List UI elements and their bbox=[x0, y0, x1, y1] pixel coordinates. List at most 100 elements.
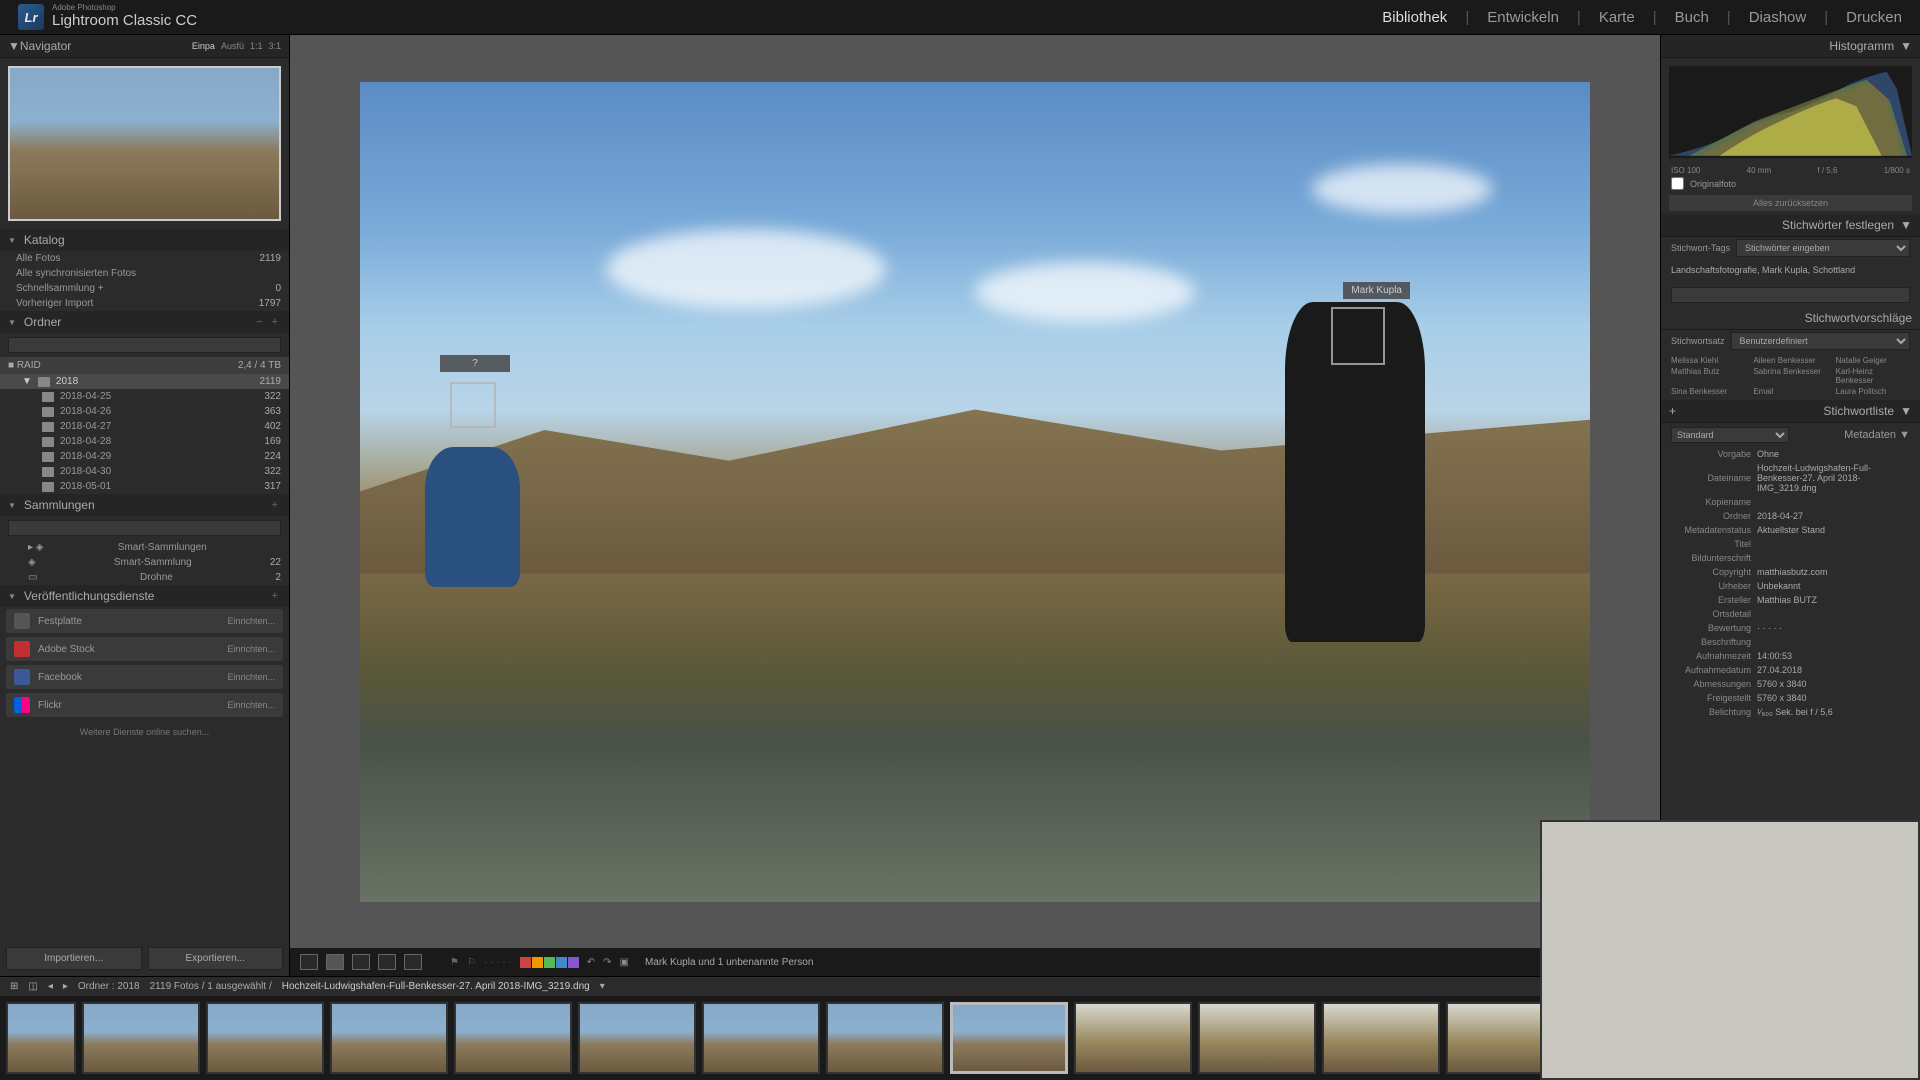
filmstrip-thumb-selected[interactable] bbox=[950, 1002, 1068, 1074]
suggestion[interactable]: Email bbox=[1753, 387, 1827, 396]
filmstrip-thumb[interactable] bbox=[82, 1002, 200, 1074]
filmstrip-thumb[interactable] bbox=[826, 1002, 944, 1074]
flag-pick-icon[interactable]: ⚑ bbox=[450, 957, 459, 968]
meta-standard[interactable]: Standard bbox=[1671, 427, 1789, 443]
prev-icon[interactable]: ◂ bbox=[48, 981, 53, 992]
publish-disk[interactable]: FestplatteEinrichten... bbox=[6, 609, 283, 633]
metadata-row[interactable]: Freigestellt5760 x 3840 bbox=[1661, 691, 1920, 705]
folder-item[interactable]: 2018-04-28169 bbox=[0, 434, 289, 449]
people-view-icon[interactable] bbox=[404, 954, 422, 970]
folder-item[interactable]: 2018-04-27402 bbox=[0, 419, 289, 434]
keyword-set-select[interactable]: Benutzerdefiniert bbox=[1731, 332, 1910, 350]
filmstrip-thumb[interactable] bbox=[1322, 1002, 1440, 1074]
nav-library[interactable]: Bibliothek bbox=[1382, 9, 1447, 26]
collections-header[interactable]: ▼Sammlungen + bbox=[0, 494, 289, 516]
histogram-display[interactable] bbox=[1669, 66, 1912, 158]
collection-item[interactable]: ▭ Drohne2 bbox=[0, 570, 289, 585]
color-green[interactable] bbox=[544, 957, 555, 968]
suggestion[interactable]: Melissa Kiehl bbox=[1671, 356, 1745, 365]
color-yellow[interactable] bbox=[532, 957, 543, 968]
metadata-row[interactable]: Belichtung¹⁄₈₀₀ Sek. bei f / 5,6 bbox=[1661, 705, 1920, 719]
keywords-title[interactable]: Stichwörter festlegen bbox=[1782, 218, 1894, 232]
nav-map[interactable]: Karte bbox=[1599, 9, 1635, 26]
publish-flickr[interactable]: FlickrEinrichten... bbox=[6, 693, 283, 717]
zoom-3-1[interactable]: 3:1 bbox=[268, 41, 281, 51]
histogram-title[interactable]: Histogramm bbox=[1829, 39, 1894, 53]
metadata-row[interactable]: Kopiename bbox=[1661, 495, 1920, 509]
nav-print[interactable]: Drucken bbox=[1846, 9, 1902, 26]
zoom-fill[interactable]: Ausfü bbox=[221, 41, 244, 51]
metadata-row[interactable]: Aufnahmedatum27.04.2018 bbox=[1661, 663, 1920, 677]
metadata-row[interactable]: MetadatenstatusAktuellster Stand bbox=[1661, 523, 1920, 537]
face-region-named[interactable] bbox=[1331, 307, 1385, 365]
metadata-title[interactable]: Metadaten bbox=[1844, 429, 1896, 441]
metadata-row[interactable]: Bildunterschrift bbox=[1661, 551, 1920, 565]
publish-header[interactable]: ▼Veröffentlichungsdienste + bbox=[0, 585, 289, 607]
nav-book[interactable]: Buch bbox=[1675, 9, 1709, 26]
suggestion[interactable]: Sina Benkesser bbox=[1671, 387, 1745, 396]
suggestion[interactable]: Aileen Benkesser bbox=[1753, 356, 1827, 365]
folder-year[interactable]: ▼20182119 bbox=[0, 374, 289, 389]
face-label-named[interactable]: Mark Kupla bbox=[1343, 282, 1410, 299]
metadata-row[interactable]: Copyrightmatthiasbutz.com bbox=[1661, 565, 1920, 579]
keywordlist-title[interactable]: Stichwortliste bbox=[1823, 404, 1894, 418]
metadata-row[interactable]: Aufnahmezeit14:00:53 bbox=[1661, 649, 1920, 663]
catalog-all-photos[interactable]: Alle Fotos2119 bbox=[0, 251, 289, 266]
navigator-title[interactable]: Navigator bbox=[20, 39, 71, 53]
folder-item[interactable]: 2018-04-30322 bbox=[0, 464, 289, 479]
view-split-icon[interactable]: ◫ bbox=[28, 981, 37, 992]
filmstrip-thumb[interactable] bbox=[206, 1002, 324, 1074]
catalog-quick[interactable]: Schnellsammlung +0 bbox=[0, 281, 289, 296]
nav-slideshow[interactable]: Diashow bbox=[1749, 9, 1807, 26]
suggestion[interactable]: Natalie Geiger bbox=[1836, 356, 1910, 365]
collection-item[interactable]: ▸ ◈ Smart-Sammlungen bbox=[0, 540, 289, 555]
metadata-row[interactable]: Titel bbox=[1661, 537, 1920, 551]
metadata-row[interactable]: ErstellerMatthias BUTZ bbox=[1661, 593, 1920, 607]
filmstrip-thumb[interactable] bbox=[1198, 1002, 1316, 1074]
suggestion[interactable]: Laura Politsch bbox=[1836, 387, 1910, 396]
folder-volume[interactable]: ■ RAID2,4 / 4 TB bbox=[0, 357, 289, 374]
face-tag-icon[interactable]: ▣ bbox=[619, 957, 628, 968]
rating-stars[interactable]: · · · · · bbox=[484, 957, 512, 968]
folder-item[interactable]: 2018-04-26363 bbox=[0, 404, 289, 419]
face-region-unnamed[interactable] bbox=[450, 382, 496, 428]
publish-facebook[interactable]: FacebookEinrichten... bbox=[6, 665, 283, 689]
zoom-fit[interactable]: Einpa bbox=[192, 41, 215, 51]
import-button[interactable]: Importieren... bbox=[6, 947, 142, 970]
collection-item[interactable]: ◈ Smart-Sammlung22 bbox=[0, 555, 289, 570]
filmstrip-thumb[interactable] bbox=[1074, 1002, 1192, 1074]
suggestion[interactable]: Matthias Butz bbox=[1671, 367, 1745, 385]
nav-develop[interactable]: Entwickeln bbox=[1487, 9, 1559, 26]
catalog-header[interactable]: ▼Katalog bbox=[0, 229, 289, 251]
filmstrip-thumb[interactable] bbox=[330, 1002, 448, 1074]
suggestion[interactable]: Sabrina Benkesser bbox=[1753, 367, 1827, 385]
rotate-right-icon[interactable]: ↷ bbox=[603, 957, 611, 968]
folder-item[interactable]: 2018-04-29224 bbox=[0, 449, 289, 464]
catalog-prev-import[interactable]: Vorheriger Import1797 bbox=[0, 296, 289, 311]
survey-view-icon[interactable] bbox=[378, 954, 396, 970]
status-path[interactable]: Ordner : 2018 bbox=[78, 981, 140, 992]
collection-search[interactable] bbox=[8, 520, 281, 536]
rotate-left-icon[interactable]: ↶ bbox=[587, 957, 595, 968]
catalog-synced[interactable]: Alle synchronisierten Fotos bbox=[0, 266, 289, 281]
metadata-row[interactable]: Bewertung· · · · · bbox=[1661, 621, 1920, 635]
keyword-tags[interactable]: Landschaftsfotografie, Mark Kupla, Schot… bbox=[1661, 259, 1920, 287]
view-grid-icon[interactable]: ⊞ bbox=[10, 981, 18, 992]
metadata-row[interactable]: Abmessungen5760 x 3840 bbox=[1661, 677, 1920, 691]
compare-view-icon[interactable] bbox=[352, 954, 370, 970]
grid-view-icon[interactable] bbox=[300, 954, 318, 970]
filmstrip-thumb[interactable] bbox=[454, 1002, 572, 1074]
publish-adobestock[interactable]: Adobe StockEinrichten... bbox=[6, 637, 283, 661]
navigator-thumbnail[interactable] bbox=[8, 66, 281, 221]
color-purple[interactable] bbox=[568, 957, 579, 968]
metadata-row[interactable]: Beschriftung bbox=[1661, 635, 1920, 649]
publish-more[interactable]: Weitere Dienste online suchen... bbox=[0, 719, 289, 745]
metadata-row[interactable]: Ortsdetail bbox=[1661, 607, 1920, 621]
suggestion[interactable]: Karl-Heinz Benkesser bbox=[1836, 367, 1910, 385]
metadata-row[interactable]: Ordner2018-04-27 bbox=[1661, 509, 1920, 523]
reset-all-button[interactable]: Alles zurücksetzen bbox=[1669, 195, 1912, 211]
face-label-unnamed[interactable]: ? bbox=[440, 355, 510, 372]
filmstrip-thumb[interactable] bbox=[702, 1002, 820, 1074]
original-checkbox[interactable] bbox=[1671, 177, 1684, 190]
keyword-input[interactable] bbox=[1671, 287, 1910, 303]
